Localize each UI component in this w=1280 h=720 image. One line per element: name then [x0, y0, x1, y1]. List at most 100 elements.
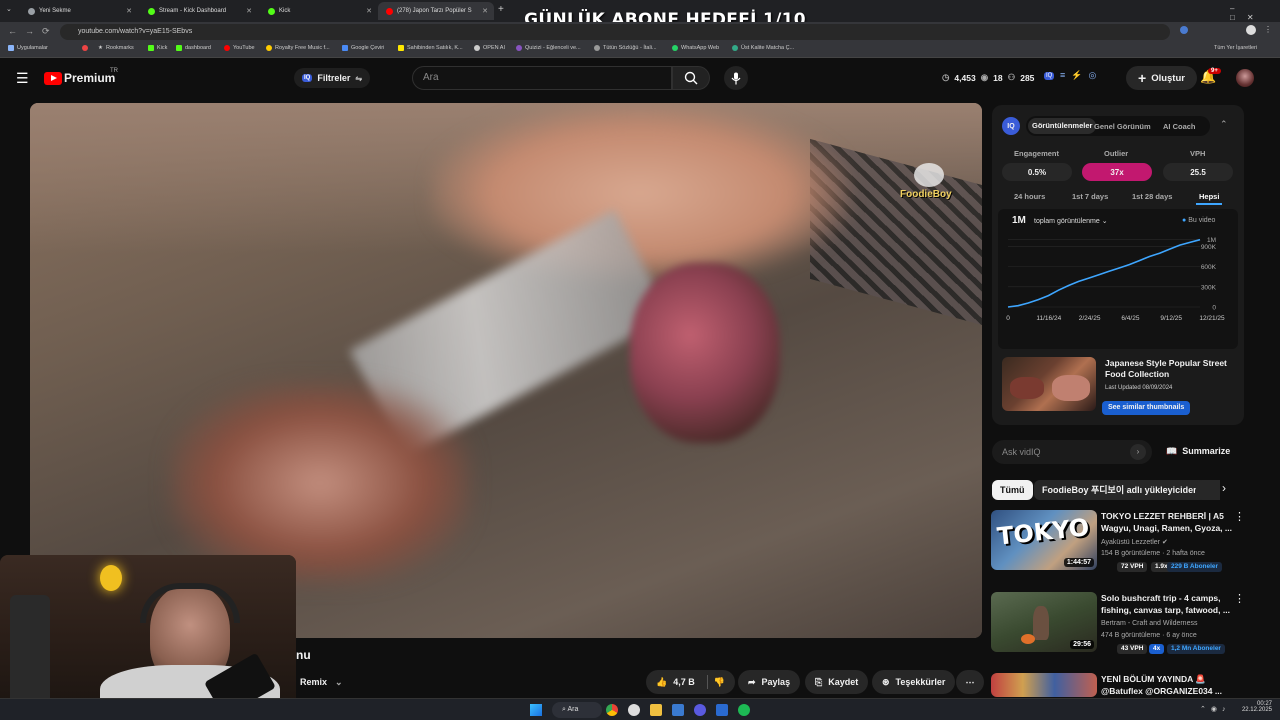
bookmark-item[interactable]: YouTube: [224, 45, 255, 51]
thanks-button[interactable]: ⊛ Teşekkürler: [872, 670, 956, 694]
range-tab-active[interactable]: Hepsi: [1199, 192, 1219, 201]
bookmark-item[interactable]: dashboard: [176, 45, 211, 51]
sahibinden-icon: [398, 45, 404, 51]
more-options-icon[interactable]: ⋮: [1234, 510, 1245, 523]
send-icon[interactable]: ›: [1130, 444, 1146, 460]
metric-dropdown[interactable]: toplam görüntülenme ⌄: [1034, 217, 1108, 225]
legend-label: Bu video: [1188, 217, 1216, 224]
windows-start-icon[interactable]: [530, 704, 542, 716]
app-icon[interactable]: [716, 704, 728, 716]
close-icon[interactable]: ✕: [126, 7, 132, 15]
filters-button[interactable]: IQ Filtreler ⇋: [294, 68, 371, 88]
taskbar-search[interactable]: ⌕ Ara: [552, 702, 602, 718]
video-title[interactable]: Solo bushcraft trip - 4 camps, fishing, …: [1101, 592, 1236, 616]
search-input[interactable]: Ara: [412, 66, 672, 90]
create-button[interactable]: + Oluştur: [1126, 66, 1197, 90]
clock[interactable]: 00:27 22.12.2025: [1238, 701, 1272, 713]
close-icon[interactable]: ✕: [246, 7, 252, 15]
bookmark-item[interactable]: Google Çeviri: [342, 45, 384, 51]
browser-tab[interactable]: Stream - Kick Dashboard ✕: [140, 2, 258, 20]
tab-overview[interactable]: Genel Görünüm: [1094, 122, 1151, 131]
chip-all[interactable]: Tümü: [992, 480, 1033, 500]
vidiq-icon[interactable]: IQ: [1044, 72, 1055, 80]
app-icon[interactable]: [694, 704, 706, 716]
youtube-logo-text[interactable]: Premium: [64, 71, 115, 85]
collapse-icon[interactable]: ⌃: [1220, 119, 1228, 130]
summarize-button[interactable]: 📖 Summarize: [1166, 446, 1230, 457]
channel-name[interactable]: Ayaküstü Lezzetler ✔: [1101, 538, 1168, 546]
bookmark-item[interactable]: ★ Rookmarks: [98, 45, 134, 51]
chip-uploader[interactable]: FoodieBoy 푸디보이 adlı yükleyiciden: [1034, 480, 1207, 500]
like-button[interactable]: 👍 4,7 B 👎: [646, 670, 735, 694]
hamburger-menu-icon[interactable]: ☰: [16, 70, 29, 87]
range-tab[interactable]: 1st 28 days: [1132, 192, 1172, 201]
nav-arrows-icon[interactable]: ←→⟳: [8, 26, 58, 37]
bookmark-item[interactable]: OPEN AI: [474, 45, 505, 51]
recommendation-item[interactable]: TOKYO 1:44:57 TOKYO LEZZET REHBERİ | A5 …: [991, 510, 1251, 580]
tab-search-icon[interactable]: ⌄: [6, 5, 12, 13]
bookmark-item[interactable]: WhatsApp Web: [672, 45, 719, 51]
video-thumbnail[interactable]: 29:56: [991, 592, 1097, 652]
bookmark-item[interactable]: Tütün Sözlüğü - İtali...: [594, 45, 657, 51]
more-actions-button[interactable]: ⋯: [956, 670, 984, 694]
bookmark-item[interactable]: Üst Kalite Matcha Ç...: [732, 45, 794, 51]
close-icon[interactable]: ✕: [482, 7, 488, 15]
bookmark-item[interactable]: Quizizi - Eğlenceli ve...: [516, 45, 581, 51]
video-title[interactable]: TOKYO LEZZET REHBERİ | A5 Wagyu, Unagi, …: [1101, 510, 1236, 534]
save-button[interactable]: ⎘ Kaydet: [805, 670, 869, 694]
range-tab[interactable]: 24 hours: [1014, 192, 1045, 201]
more-options-icon[interactable]: ⋮: [1234, 592, 1245, 605]
window-controls[interactable]: –□✕: [1230, 4, 1280, 22]
app-icon[interactable]: [672, 704, 684, 716]
voice-search-button[interactable]: [724, 66, 748, 90]
folder-icon[interactable]: [650, 704, 662, 716]
video-thumbnail[interactable]: TOKYO 1:44:57: [991, 510, 1097, 570]
bookmark-favicon: [594, 45, 600, 51]
extension-icon[interactable]: [1180, 26, 1188, 34]
video-thumbnail[interactable]: [991, 673, 1097, 697]
recommendation-item[interactable]: YENİ BÖLÜM YAYINDA 🚨 @Batuflex @ORGANIZE…: [991, 673, 1251, 697]
bookmark-label: YouTube: [233, 45, 255, 51]
chevron-right-icon[interactable]: ›: [1222, 481, 1226, 495]
windows-taskbar: ⌕ Ara ⌃◉♪ 00:27 22.12.2025: [0, 698, 1280, 720]
app-icon[interactable]: [628, 704, 640, 716]
chrome-icon[interactable]: [606, 704, 618, 716]
video-title[interactable]: YENİ BÖLÜM YAYINDA 🚨 @Batuflex @ORGANIZE…: [1101, 673, 1236, 697]
x-tick-label: 11/16/24: [1036, 315, 1061, 322]
share-button[interactable]: ➦ Paylaş: [738, 670, 801, 694]
browser-tab-active[interactable]: (278) Japon Tarzı Popüler S ✕: [378, 2, 494, 20]
bookmark-item[interactable]: Kick: [148, 45, 167, 51]
thumbnail-graphic: [1033, 606, 1049, 640]
browser-tab[interactable]: Kick ✕: [260, 2, 378, 20]
bookmark-item[interactable]: Uygulamalar: [8, 45, 48, 51]
browser-tab[interactable]: Yeni Sekme ✕: [20, 2, 138, 20]
ask-vidiq-input[interactable]: Ask vidIQ: [992, 440, 1152, 464]
spotify-icon[interactable]: [738, 704, 750, 716]
vidiq-tools-icon[interactable]: ≡⚡◎: [1060, 70, 1102, 81]
openai-icon: [474, 45, 480, 51]
promo-thumbnail[interactable]: [1002, 357, 1096, 411]
bookmark-item[interactable]: Sahibinden Satılık, K...: [398, 45, 463, 51]
kick-icon: [176, 45, 182, 51]
avatar[interactable]: [1246, 25, 1256, 35]
whatsapp-icon: [672, 45, 678, 51]
range-tab[interactable]: 1st 7 days: [1072, 192, 1108, 201]
tab-ai-coach[interactable]: AI Coach: [1163, 122, 1196, 131]
menu-icon[interactable]: ⋮: [1264, 25, 1272, 34]
webcam-overlay: [0, 555, 296, 720]
tab-views[interactable]: Görüntülenmeler: [1028, 118, 1097, 134]
recommendation-item[interactable]: 29:56 Solo bushcraft trip - 4 camps, fis…: [991, 592, 1251, 662]
url-field[interactable]: youtube.com/watch?v=yaE15-SEbvs: [60, 24, 1170, 40]
thumbs-down-icon[interactable]: 👎: [714, 677, 725, 688]
see-similar-button[interactable]: See similar thumbnails: [1102, 401, 1191, 415]
youtube-logo-icon[interactable]: [44, 72, 62, 85]
avatar[interactable]: [1236, 69, 1254, 87]
bookmark-item[interactable]: Royalty Free Music f...: [266, 45, 330, 51]
system-tray-icons[interactable]: ⌃◉♪: [1200, 705, 1230, 713]
search-button[interactable]: [672, 66, 710, 90]
close-icon[interactable]: ✕: [366, 7, 372, 15]
channel-name[interactable]: Bertram - Craft and Wilderness: [1101, 620, 1197, 627]
bookmark-item[interactable]: [82, 45, 88, 51]
all-bookmarks[interactable]: Tüm Yer İşaretleri: [1214, 45, 1257, 51]
remix-button[interactable]: Remix ⌄: [292, 670, 351, 694]
